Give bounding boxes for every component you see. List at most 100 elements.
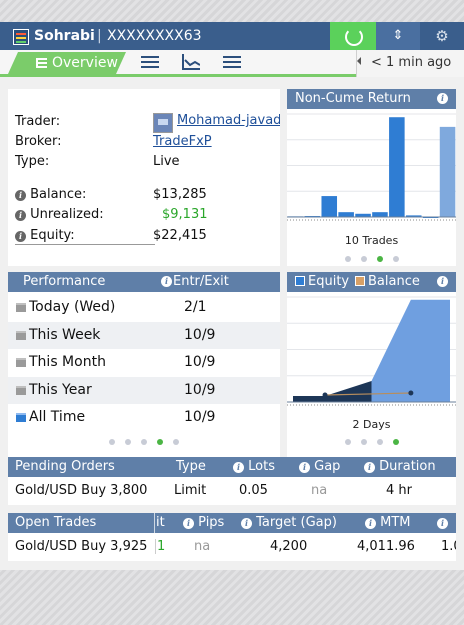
- col-gap[interactable]: i Gap: [299, 457, 340, 477]
- col-qty[interactable]: it: [154, 513, 165, 533]
- calendar-icon: [16, 358, 26, 367]
- equity-value: $22,415: [153, 228, 207, 243]
- info-icon[interactable]: i: [15, 210, 26, 221]
- period-label: All Time: [29, 409, 86, 425]
- non-cume-return-chart[interactable]: [287, 112, 456, 244]
- balance-value: $13,285: [153, 187, 207, 202]
- performance-row[interactable]: Today (Wed) 2/1: [8, 294, 280, 321]
- col-type[interactable]: Type: [176, 457, 206, 477]
- col-mtm[interactable]: i MTM: [365, 513, 411, 533]
- app-name: Sohrabi: [34, 28, 95, 44]
- refresh-button[interactable]: [330, 22, 376, 50]
- period-label: This Week: [29, 326, 101, 343]
- performance-row[interactable]: This Year 10/9: [8, 376, 280, 404]
- sort-button[interactable]: ⇕: [376, 22, 420, 50]
- page-dot[interactable]: [141, 439, 147, 445]
- col-mtm-label: MTM: [380, 515, 411, 530]
- page-dot[interactable]: [125, 439, 131, 445]
- nav-bar: Overview < 1 min ago: [0, 50, 464, 77]
- page-dot[interactable]: [157, 439, 163, 445]
- non-cume-return-header: Non-Cume Return i: [287, 89, 456, 109]
- info-icon[interactable]: i: [241, 518, 252, 529]
- title-separator: |: [97, 28, 102, 44]
- legend-balance[interactable]: Balance: [355, 272, 420, 292]
- info-icon[interactable]: i: [233, 462, 244, 473]
- equity-balance-panel: Equity Balance i 2 Days: [287, 272, 456, 470]
- list-icon[interactable]: [141, 54, 159, 70]
- trade-symbol[interactable]: Gold/USD Buy 3,925: [15, 539, 147, 554]
- trader-card: Trader: Mohamad-javad Broker: TradeFxP T…: [8, 89, 280, 266]
- calendar-icon: [16, 413, 26, 422]
- page-dot[interactable]: [344, 256, 351, 262]
- page-dot[interactable]: [392, 256, 399, 262]
- bar: [439, 126, 456, 217]
- divider: [15, 244, 155, 245]
- broker-link[interactable]: TradeFxP: [153, 134, 212, 149]
- performance-row[interactable]: All Time 10/9: [8, 404, 280, 431]
- page-dots[interactable]: [8, 434, 280, 449]
- unrealized-value: $9,131: [162, 207, 208, 222]
- lines-icon[interactable]: [223, 54, 241, 70]
- order-duration: 4 hr: [386, 483, 412, 498]
- open-trades-header: Open Trades it i Pips i Target (Gap) i M…: [8, 513, 456, 550]
- performance-row[interactable]: This Week 10/9: [8, 321, 280, 349]
- col-lots[interactable]: i Lots: [233, 457, 275, 477]
- trade-target: 4,200: [270, 539, 308, 554]
- open-trades-panel: Open Trades it i Pips i Target (Gap) i M…: [8, 513, 456, 561]
- equity-row: i Equity:: [15, 228, 75, 243]
- legend-equity[interactable]: Equity: [295, 272, 349, 292]
- type-label: Type:: [15, 154, 50, 169]
- col-target-label: Target (Gap): [256, 515, 337, 530]
- info-icon[interactable]: i: [299, 462, 310, 473]
- period-label: This Year: [29, 381, 92, 398]
- page-dots[interactable]: [287, 251, 456, 266]
- info-icon[interactable]: i: [161, 276, 172, 287]
- col-pips[interactable]: i Pips: [183, 513, 224, 533]
- balance-point: [322, 392, 328, 398]
- page-dot[interactable]: [109, 439, 115, 445]
- trade-mtm: 4,011.96: [357, 539, 415, 554]
- trader-avatar: [153, 113, 173, 133]
- order-gap: na: [311, 483, 328, 498]
- gear-icon: ⚙: [435, 27, 449, 45]
- info-icon[interactable]: i: [183, 518, 194, 529]
- page-dot[interactable]: [376, 439, 383, 445]
- info-icon[interactable]: i: [437, 93, 448, 104]
- equity-balance-chart[interactable]: [287, 295, 456, 410]
- equity-label: Equity:: [30, 228, 75, 243]
- performance-row[interactable]: This Month 10/9: [8, 349, 280, 376]
- info-icon[interactable]: i: [437, 518, 448, 529]
- legend-equity-label: Equity: [308, 274, 350, 289]
- info-icon[interactable]: i: [364, 462, 375, 473]
- tab-overview[interactable]: Overview: [8, 52, 126, 74]
- info-icon[interactable]: i: [15, 231, 26, 242]
- balance-point: [408, 390, 414, 396]
- page-dot[interactable]: [360, 439, 367, 445]
- order-symbol[interactable]: Gold/USD Buy 3,800: [15, 483, 147, 498]
- order-lots: 0.05: [239, 483, 268, 498]
- equity-area-day1: [293, 381, 372, 402]
- bar: [389, 117, 405, 217]
- last-update-text: < 1 min ago: [371, 55, 452, 70]
- page-dot[interactable]: [344, 439, 351, 445]
- chart-icon[interactable]: [182, 54, 200, 70]
- col-duration[interactable]: i Duration: [364, 457, 436, 477]
- trader-name-link[interactable]: Mohamad-javad: [177, 113, 280, 128]
- last-update[interactable]: < 1 min ago: [356, 50, 464, 77]
- equity-area-day2: [371, 299, 450, 402]
- open-trades-title: Open Trades: [15, 515, 97, 530]
- page-dots[interactable]: [287, 434, 456, 449]
- page-dot[interactable]: [173, 439, 179, 445]
- equity-swatch: [295, 276, 305, 286]
- page-dot[interactable]: [376, 256, 383, 262]
- performance-title: Performance: [23, 274, 106, 289]
- info-icon[interactable]: i: [437, 276, 448, 287]
- info-icon[interactable]: i: [365, 518, 376, 529]
- trader-label: Trader:: [15, 114, 61, 129]
- chart-caption: 10 Trades: [344, 234, 399, 247]
- page-dot[interactable]: [392, 439, 399, 445]
- settings-button[interactable]: ⚙: [420, 22, 464, 50]
- page-dot[interactable]: [360, 256, 367, 262]
- col-target[interactable]: i Target (Gap): [241, 513, 337, 533]
- info-icon[interactable]: i: [15, 190, 26, 201]
